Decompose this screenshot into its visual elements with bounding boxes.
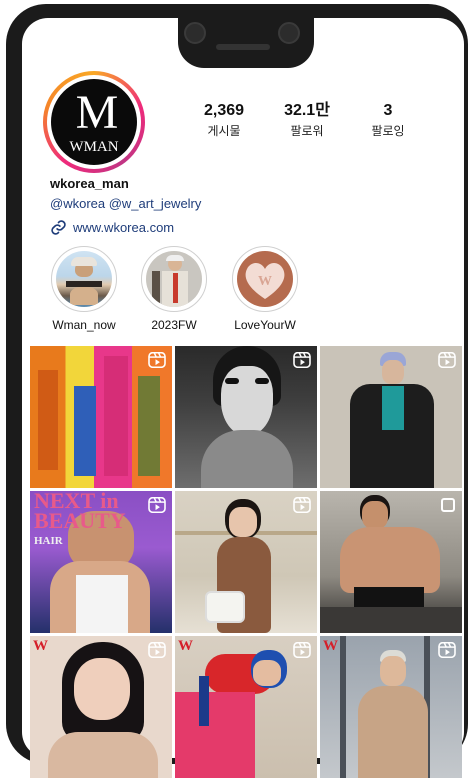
highlight-cover: W xyxy=(237,251,293,307)
followers-count[interactable]: 32.1만 팔로워 xyxy=(267,102,347,139)
grid-post-4[interactable]: NEXT in BEAUTY HAIR xyxy=(30,491,172,633)
reel-icon xyxy=(438,352,456,368)
reel-icon xyxy=(148,497,166,513)
profile-mentions[interactable]: @wkorea @w_art_jewelry xyxy=(50,196,201,211)
grid-post-2[interactable] xyxy=(175,346,317,488)
highlight-2023fw[interactable]: 2023FW xyxy=(138,246,210,332)
grid-post-3[interactable] xyxy=(320,346,462,488)
website-text: www.wkorea.com xyxy=(73,220,175,235)
reel-icon xyxy=(438,642,456,658)
stat-label: 팔로워 xyxy=(290,124,324,138)
grid-post-9[interactable]: W xyxy=(320,636,462,778)
reel-icon xyxy=(148,642,166,658)
grid-post-7[interactable]: W xyxy=(30,636,172,778)
reel-icon xyxy=(148,352,166,368)
grid-post-6[interactable] xyxy=(320,491,462,633)
grid-post-5[interactable] xyxy=(175,491,317,633)
post-grid: NEXT in BEAUTY HAIR W W W xyxy=(30,346,462,778)
profile-username: wkorea_man xyxy=(50,176,129,191)
w-badge: W xyxy=(33,638,48,654)
wman-logo: M WMAN xyxy=(51,79,137,165)
logo-brand: WMAN xyxy=(69,139,119,155)
highlight-label: Wman_now xyxy=(52,318,116,332)
reel-icon xyxy=(293,642,311,658)
reel-icon xyxy=(293,497,311,513)
profile-website-link[interactable]: www.wkorea.com xyxy=(50,219,174,236)
heart-icon: W xyxy=(245,263,285,299)
logo-mark: M xyxy=(75,86,119,139)
post-sub-text: HAIR xyxy=(34,535,63,547)
w-badge: W xyxy=(323,638,338,654)
svg-text:W: W xyxy=(258,274,272,289)
stat-label: 팔로잉 xyxy=(371,124,405,138)
highlight-label: 2023FW xyxy=(151,318,197,332)
carousel-icon xyxy=(441,498,455,512)
highlight-label: LoveYourW xyxy=(234,318,296,332)
highlight-loveyourw[interactable]: W LoveYourW xyxy=(229,246,301,332)
grid-post-8[interactable]: W xyxy=(175,636,317,778)
highlight-cover xyxy=(56,251,112,307)
w-badge: W xyxy=(178,638,193,654)
link-icon xyxy=(51,220,66,235)
profile-avatar[interactable]: M WMAN xyxy=(43,71,145,173)
reel-icon xyxy=(293,352,311,368)
stat-label: 게시물 xyxy=(207,124,241,138)
front-camera-icon xyxy=(184,22,206,44)
highlight-cover xyxy=(146,251,202,307)
posts-count[interactable]: 2,369 게시물 xyxy=(184,102,264,139)
stat-value: 2,369 xyxy=(203,102,245,119)
front-sensor-icon xyxy=(278,22,300,44)
stat-value: 32.1만 xyxy=(284,102,330,119)
highlight-wman-now[interactable]: Wman_now xyxy=(48,246,120,332)
stat-value: 3 xyxy=(383,102,393,119)
grid-post-1[interactable] xyxy=(30,346,172,488)
speaker-grille xyxy=(216,44,270,50)
following-count[interactable]: 3 팔로잉 xyxy=(348,102,428,139)
